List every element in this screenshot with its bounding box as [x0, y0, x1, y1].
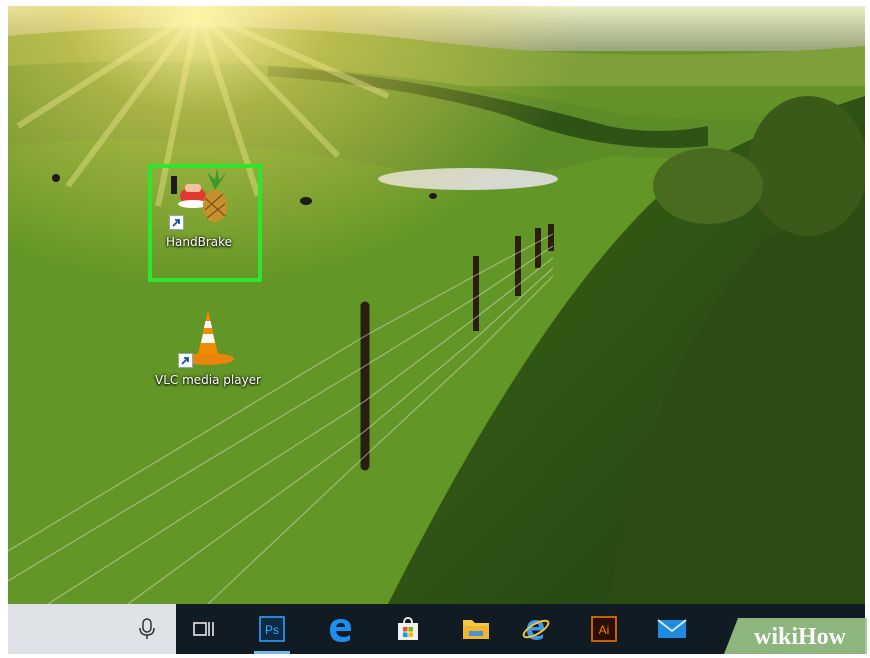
- cortana-search-box[interactable]: [8, 604, 176, 654]
- task-view-icon: [193, 622, 214, 636]
- wallpaper-landscape: [8, 6, 865, 604]
- photoshop-icon-text: Ps: [265, 623, 279, 637]
- taskbar-photoshop-button[interactable]: Ps: [248, 604, 296, 654]
- shortcut-arrow-icon: [178, 353, 193, 368]
- desktop-icon-label: VLC media player: [154, 373, 261, 387]
- photoshop-icon: Ps: [259, 616, 285, 642]
- illustrator-icon: Ai: [591, 616, 617, 642]
- handbrake-pineapple-icon: [167, 166, 231, 230]
- taskbar-mail-button[interactable]: [648, 604, 696, 654]
- desktop: HandBrake VLC media player: [8, 6, 865, 604]
- shortcut-arrow-icon: [169, 215, 184, 230]
- desktop-icon-label: HandBrake: [165, 235, 233, 249]
- taskbar-internet-explorer-button[interactable]: [512, 604, 560, 654]
- task-view-button[interactable]: [180, 604, 228, 654]
- wikihow-watermark: wikiHow: [724, 618, 867, 654]
- illustrator-icon-text: Ai: [599, 623, 610, 637]
- taskbar-edge-button[interactable]: [316, 604, 364, 654]
- edge-icon: [330, 619, 351, 642]
- taskbar-illustrator-button[interactable]: Ai: [580, 604, 628, 654]
- desktop-icon-vlc[interactable]: VLC media player: [153, 304, 263, 389]
- desktop-icon-handbrake[interactable]: HandBrake: [144, 166, 254, 251]
- store-bag-icon: [398, 617, 418, 640]
- vlc-cone-icon: [176, 304, 240, 368]
- taskbar-file-explorer-button[interactable]: [452, 604, 500, 654]
- mail-envelope-icon: [657, 619, 687, 638]
- internet-explorer-icon: [522, 619, 550, 640]
- folder-icon: [463, 620, 489, 639]
- microphone-icon[interactable]: [139, 618, 155, 640]
- screenshot-frame: HandBrake VLC media player Ps Ai wikiHow: [0, 0, 870, 658]
- taskbar-store-button[interactable]: [384, 604, 432, 654]
- watermark-text: wikiHow: [754, 624, 847, 650]
